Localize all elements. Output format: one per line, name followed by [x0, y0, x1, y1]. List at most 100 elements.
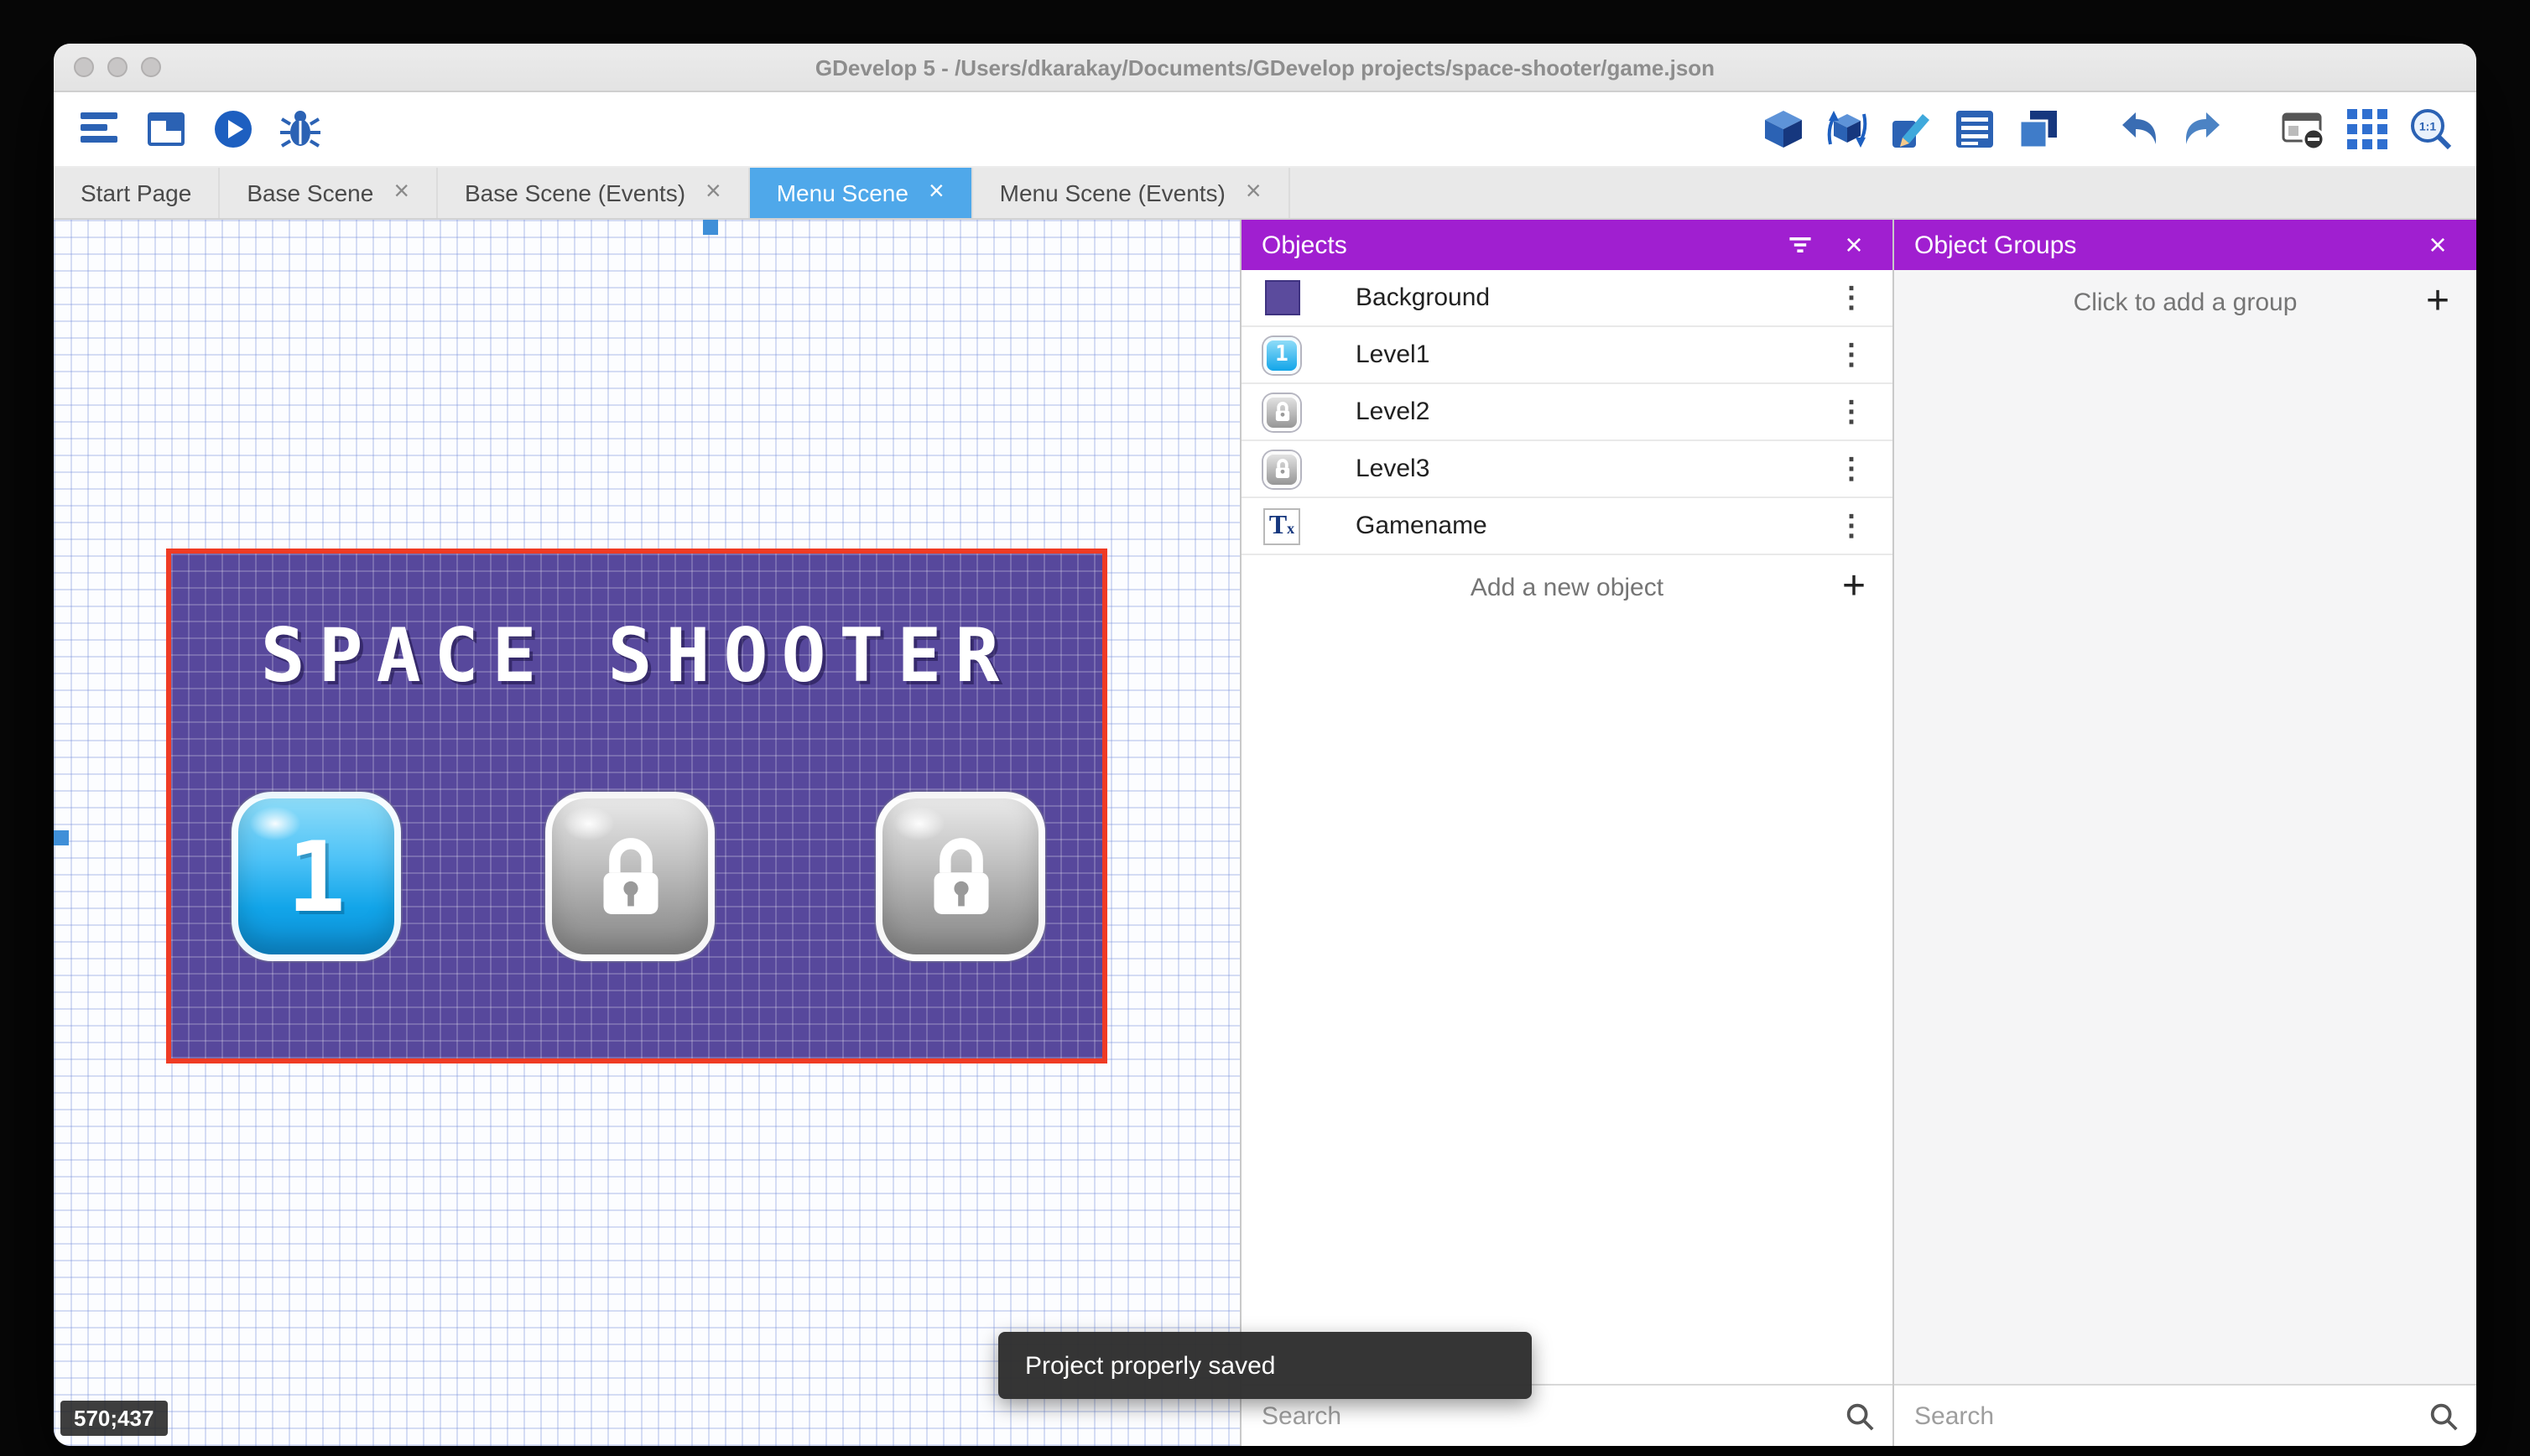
close-tab-icon[interactable]: ×: [705, 179, 721, 206]
minimize-window-button[interactable]: [107, 57, 128, 77]
snackbar-message: Project properly saved: [1025, 1351, 1276, 1380]
object-menu-button[interactable]: ⋮: [1830, 338, 1872, 372]
undo-icon: [2122, 112, 2156, 144]
grid-icon: [2347, 109, 2387, 149]
objects-panel-spacer: [1242, 619, 1892, 1384]
snackbar-toast: Project properly saved: [998, 1332, 1532, 1399]
toolbar-right-group: 1:1: [1758, 104, 2476, 154]
undo-button[interactable]: [2114, 104, 2164, 154]
close-objects-panel-button[interactable]: ×: [1835, 226, 1872, 263]
tab-label: Start Page: [81, 179, 192, 206]
instances-list-icon: [1956, 111, 1993, 148]
text-object-icon: Tx: [1262, 506, 1302, 546]
tab-label: Base Scene (Events): [465, 179, 686, 206]
close-tab-icon[interactable]: ×: [393, 179, 409, 206]
object-name: Gamename: [1356, 512, 1487, 540]
project-manager-icon: [81, 112, 117, 143]
add-object-row[interactable]: Add a new object +: [1242, 555, 1892, 619]
canvas-handle-top[interactable]: [703, 220, 718, 235]
add-group-label: Click to add a group: [2073, 288, 2298, 316]
scene-window-button[interactable]: [141, 104, 191, 154]
toolbar-left-group: [54, 104, 325, 154]
object-row-background[interactable]: Background ⋮: [1242, 270, 1892, 327]
scene-canvas[interactable]: SPACE SHOOTER 1 570;437: [54, 220, 1240, 1446]
object-menu-button[interactable]: ⋮: [1830, 395, 1872, 429]
title-bar: GDevelop 5 - /Users/dkarakay/Documents/G…: [54, 44, 2476, 92]
add-object-label: Add a new object: [1470, 573, 1664, 601]
debug-button[interactable]: [275, 104, 325, 154]
object-name: Background: [1356, 283, 1491, 312]
zoom-button[interactable]: 1:1: [2406, 104, 2456, 154]
object-name: Level3: [1356, 455, 1430, 483]
object-groups-editor-button[interactable]: [1822, 104, 1872, 154]
level1-thumbnail-icon: 1: [1262, 335, 1302, 375]
canvas-handle-left[interactable]: [54, 830, 69, 845]
object-menu-button[interactable]: ⋮: [1830, 281, 1872, 315]
groups-search-bar: [1894, 1384, 2476, 1446]
add-object-plus-icon[interactable]: +: [1842, 566, 1866, 607]
tab-menu-scene[interactable]: Menu Scene ×: [749, 168, 973, 218]
render-options-button[interactable]: [2278, 104, 2329, 154]
objects-search-input[interactable]: [1242, 1401, 1844, 1430]
search-icon: [1846, 1402, 1874, 1430]
level1-digit: 1: [287, 819, 346, 933]
maximize-window-button[interactable]: [141, 57, 161, 77]
tab-label: Menu Scene: [776, 179, 908, 206]
groups-search-input[interactable]: [1894, 1401, 2428, 1430]
add-group-row[interactable]: Click to add a group +: [1894, 270, 2476, 334]
close-tab-icon[interactable]: ×: [1246, 179, 1262, 206]
tab-menu-scene-events[interactable]: Menu Scene (Events) ×: [973, 168, 1290, 218]
level2-locked-button-instance[interactable]: [545, 792, 715, 961]
object-menu-button[interactable]: ⋮: [1830, 452, 1872, 486]
edit-pencil-icon: [1892, 114, 1929, 148]
project-manager-button[interactable]: [74, 104, 124, 154]
scene-background-instance[interactable]: SPACE SHOOTER 1: [166, 549, 1107, 1063]
groups-panel-title: Object Groups: [1914, 231, 2077, 259]
redo-button[interactable]: [2178, 104, 2228, 154]
zoom-one-to-one-icon: 1:1: [2411, 109, 2452, 150]
window-title: GDevelop 5 - /Users/dkarakay/Documents/G…: [815, 55, 1715, 80]
grid-toggle-button[interactable]: [2342, 104, 2392, 154]
level3-locked-button-instance[interactable]: [876, 792, 1045, 961]
object-groups-panel: Object Groups × Click to add a group +: [1892, 220, 2476, 1446]
filter-button[interactable]: [1782, 226, 1819, 263]
close-window-button[interactable]: [74, 57, 94, 77]
tab-base-scene[interactable]: Base Scene ×: [220, 168, 438, 218]
object-row-level1[interactable]: 1 Level1 ⋮: [1242, 327, 1892, 384]
object-groups-icon: [1827, 111, 1867, 148]
groups-panel-header: Object Groups ×: [1894, 220, 2476, 270]
layers-icon: [2018, 111, 2057, 149]
tab-start-page[interactable]: Start Page: [54, 168, 221, 218]
scene-window-icon: [148, 112, 185, 146]
gdevelop-window: GDevelop 5 - /Users/dkarakay/Documents/G…: [54, 44, 2476, 1446]
background-swatch-icon: [1262, 278, 1302, 318]
close-tab-icon[interactable]: ×: [929, 179, 945, 206]
tab-bar: Start Page Base Scene × Base Scene (Even…: [54, 168, 2476, 220]
object-name: Level2: [1356, 398, 1430, 426]
layers-editor-button[interactable]: [2013, 104, 2064, 154]
filter-icon: [1789, 237, 1811, 252]
redo-icon: [2186, 112, 2220, 144]
bug-icon: [280, 111, 320, 148]
level1-button-instance[interactable]: 1: [232, 792, 401, 961]
object-row-level2[interactable]: Level2 ⋮: [1242, 384, 1892, 441]
object-row-level3[interactable]: Level3 ⋮: [1242, 441, 1892, 498]
game-title-text[interactable]: SPACE SHOOTER: [171, 614, 1102, 699]
objects-panel-title: Objects: [1262, 231, 1347, 259]
tab-base-scene-events[interactable]: Base Scene (Events) ×: [438, 168, 750, 218]
editor-content: SPACE SHOOTER 1 570;437 Objects × Backgr…: [54, 220, 2476, 1446]
close-groups-panel-button[interactable]: ×: [2419, 226, 2456, 263]
svg-text:1:1: 1:1: [2419, 120, 2436, 133]
lock-icon: [933, 837, 988, 913]
preview-play-button[interactable]: [208, 104, 258, 154]
desktop-background: GDevelop 5 - /Users/dkarakay/Documents/G…: [0, 0, 2530, 1456]
window-mask-icon: [2282, 112, 2325, 151]
object-row-gamename[interactable]: Tx Gamename ⋮: [1242, 498, 1892, 555]
objects-editor-button[interactable]: [1758, 104, 1809, 154]
tab-label: Base Scene: [247, 179, 374, 206]
object-menu-button[interactable]: ⋮: [1830, 509, 1872, 543]
tab-label: Menu Scene (Events): [999, 179, 1226, 206]
add-group-plus-icon[interactable]: +: [2426, 281, 2449, 322]
instances-list-button[interactable]: [1950, 104, 2000, 154]
properties-button[interactable]: [1886, 104, 1936, 154]
